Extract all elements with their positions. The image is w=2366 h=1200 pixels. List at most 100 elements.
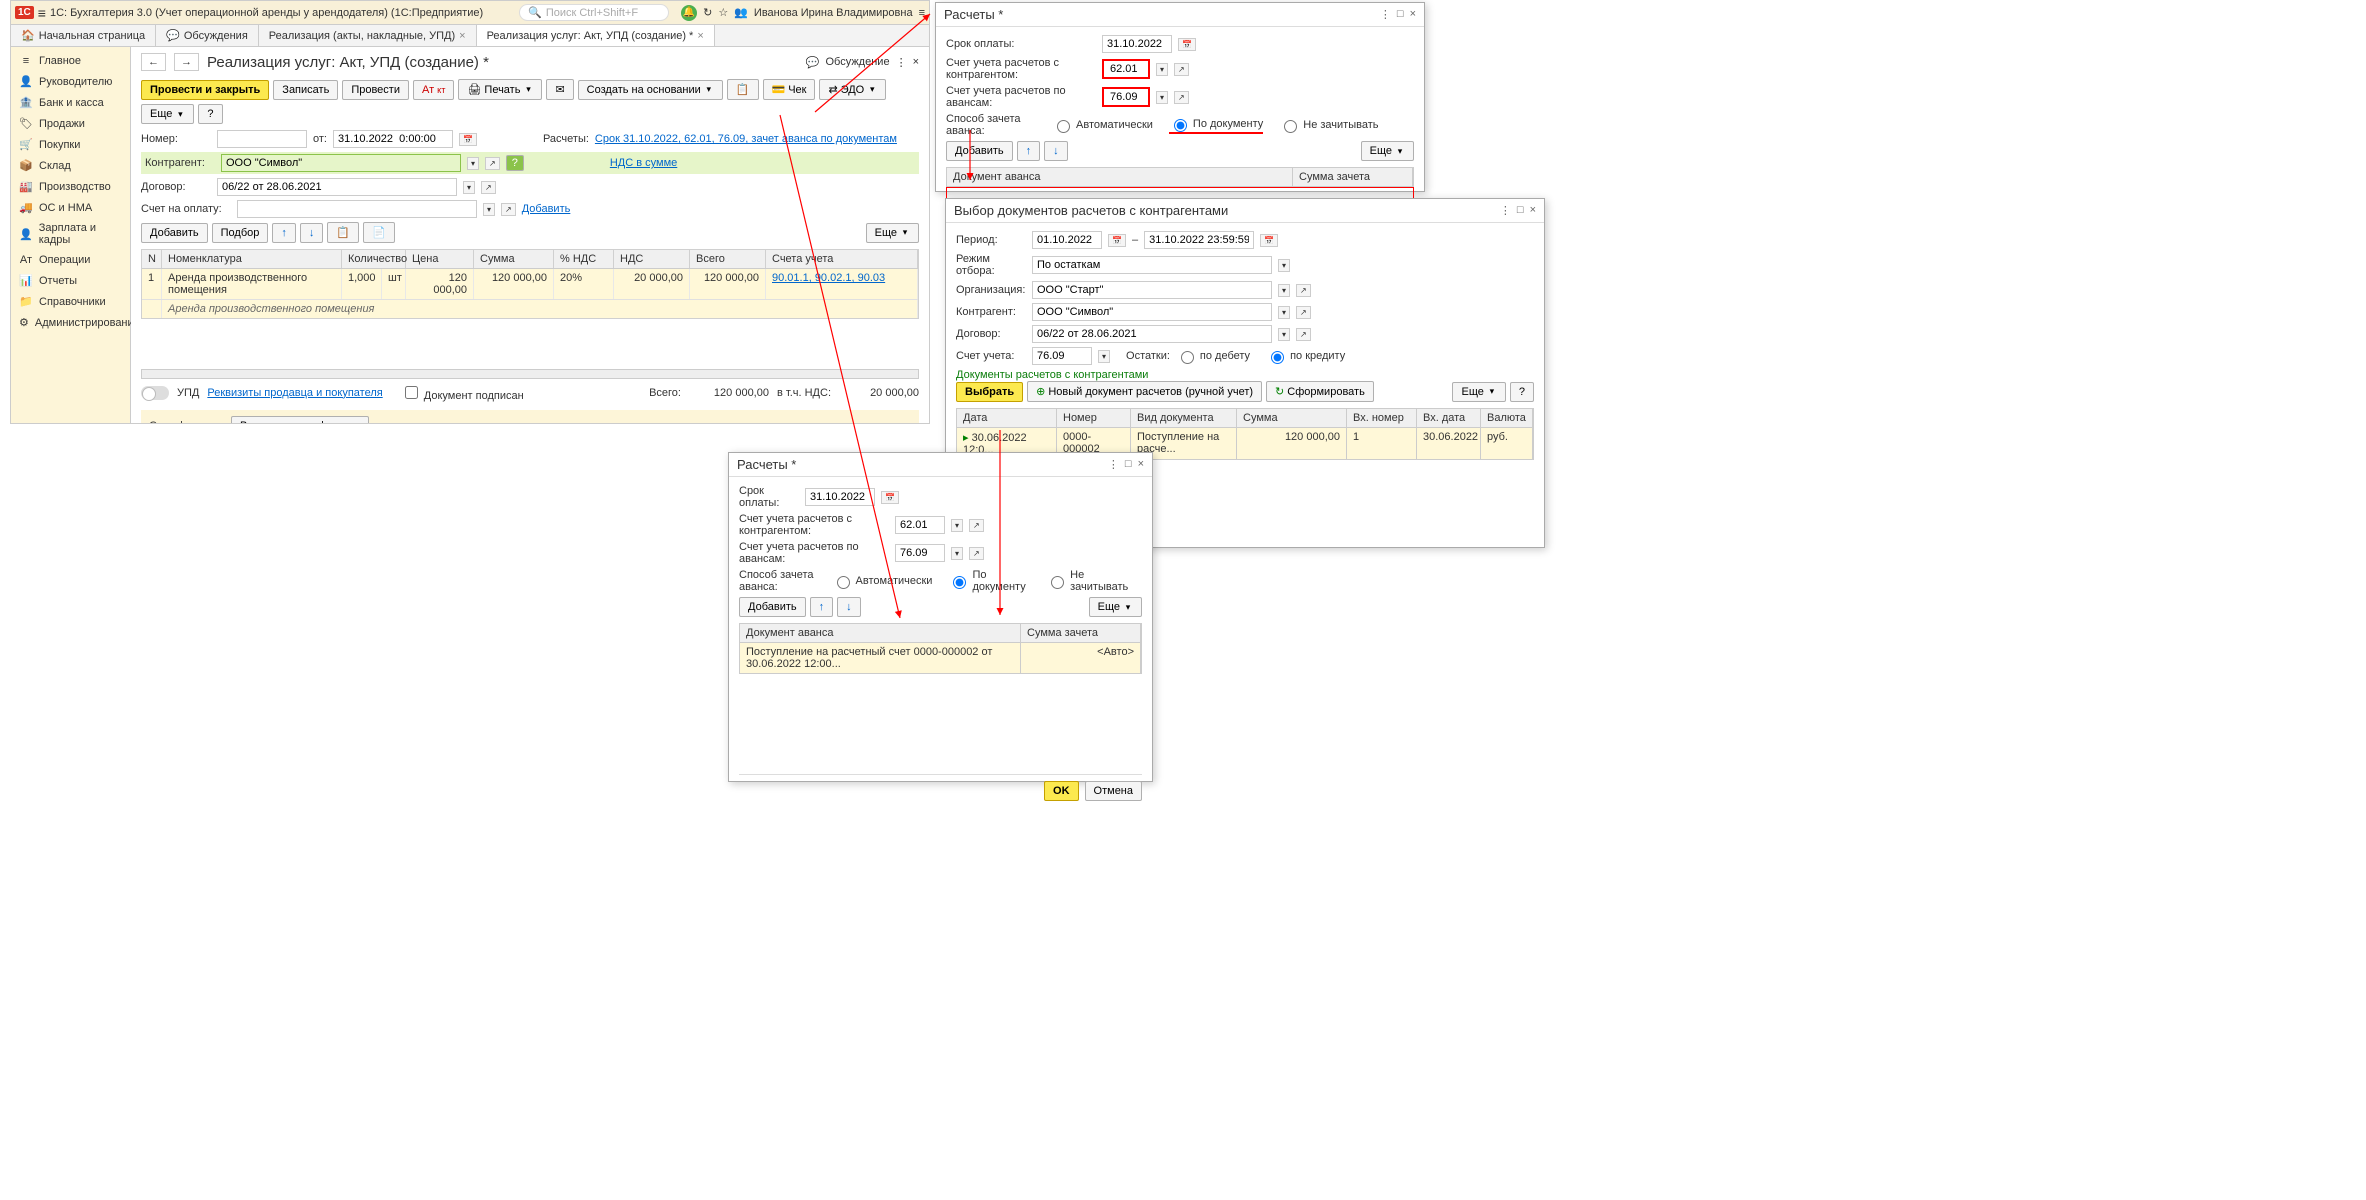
create-based-button[interactable]: Создать на основании▾ [578, 80, 723, 100]
history-icon[interactable]: ↻ [703, 6, 712, 19]
menu-icon[interactable]: ≡ [38, 5, 46, 21]
srok-input[interactable] [1102, 35, 1172, 53]
dropdown-icon[interactable]: ▾ [951, 519, 963, 532]
add-button[interactable]: Добавить [739, 597, 806, 617]
close-doc-icon[interactable]: × [913, 56, 919, 68]
users-icon[interactable]: 👥 [734, 6, 748, 19]
dropdown-icon[interactable]: ▾ [1156, 91, 1168, 104]
radio-po-doc[interactable] [953, 576, 966, 589]
close-icon[interactable]: × [1138, 458, 1144, 471]
close-icon[interactable]: × [459, 30, 465, 42]
print-button[interactable]: 🖨Печать▾ [458, 79, 542, 100]
ok-button[interactable]: OK [1044, 781, 1079, 801]
doc-button[interactable]: 📋 [727, 79, 759, 100]
sidebar-item-oper[interactable]: АтОперации [11, 250, 130, 270]
more-v-icon[interactable]: ⋮ [1380, 8, 1391, 21]
mail-button[interactable]: ✉ [546, 79, 573, 100]
schet-kontr-input[interactable] [895, 516, 945, 534]
calendar-icon[interactable]: 📅 [1178, 38, 1196, 51]
up-button[interactable]: ↑ [1017, 141, 1041, 161]
sidebar-item-zarp[interactable]: 👤Зарплата и кадры [11, 218, 130, 250]
more-button[interactable]: Еще▾ [1089, 597, 1142, 617]
bell-icon[interactable]: 🔔 [681, 5, 697, 21]
dropdown-icon[interactable]: ▾ [483, 203, 495, 216]
raschety-link[interactable]: Срок 31.10.2022, 62.01, 76.09, зачет ава… [595, 133, 897, 145]
maximize-icon[interactable]: □ [1397, 8, 1404, 21]
tab-home[interactable]: 🏠Начальная страница [11, 25, 156, 46]
schet-oplata-input[interactable] [237, 200, 477, 218]
paste-button[interactable]: 📄 [363, 222, 395, 243]
schet-kontr-input[interactable] [1106, 61, 1146, 77]
open-icon[interactable]: ↗ [969, 519, 984, 532]
schet-avans-input[interactable] [1106, 89, 1146, 105]
write-button[interactable]: Записать [273, 80, 338, 100]
fwd-arrow[interactable]: → [174, 53, 199, 71]
star-icon[interactable]: ☆ [718, 6, 728, 19]
tab-discuss[interactable]: 💬Обсуждения [156, 25, 259, 46]
sidebar-item-bank[interactable]: 🏦Банк и касса [11, 92, 130, 113]
dropdown-icon[interactable]: ▾ [467, 157, 479, 170]
open-icon[interactable]: ↗ [1174, 63, 1189, 76]
srok-input[interactable] [805, 488, 875, 506]
rezhim-input[interactable] [1032, 256, 1272, 274]
dropdown-icon[interactable]: ▾ [463, 181, 475, 194]
open-icon[interactable]: ↗ [1296, 328, 1311, 341]
more-icon[interactable]: ≡ [919, 7, 925, 19]
more-button[interactable]: Еще▾ [866, 223, 919, 243]
radio-auto[interactable] [837, 576, 850, 589]
rekv-link[interactable]: Реквизиты продавца и покупателя [207, 387, 382, 399]
dropdown-icon[interactable]: ▾ [1156, 63, 1168, 76]
open-icon[interactable]: ↗ [1296, 306, 1311, 319]
org-input[interactable] [1032, 281, 1272, 299]
sidebar-item-admin[interactable]: ⚙Администрирование [11, 312, 130, 333]
search-input[interactable]: 🔍 Поиск Ctrl+Shift+F [519, 4, 669, 21]
copy-button[interactable]: 📋 [327, 222, 359, 243]
help-button[interactable]: ? [1510, 382, 1534, 402]
dropdown-icon[interactable]: ▾ [1278, 306, 1290, 319]
kontragent-input[interactable] [221, 154, 461, 172]
user-name[interactable]: Иванова Ирина Владимировна [754, 7, 913, 19]
vybrat-button[interactable]: Выбрать [956, 382, 1023, 402]
dogovor-input[interactable] [1032, 325, 1272, 343]
radio-debet[interactable] [1181, 351, 1194, 364]
help-button[interactable]: ? [198, 104, 222, 124]
check-button[interactable]: 💳 Чек [763, 79, 816, 100]
info-button[interactable]: ? [506, 155, 524, 171]
open-icon[interactable]: ↗ [481, 181, 496, 194]
radio-ne-zach[interactable] [1051, 576, 1064, 589]
open-icon[interactable]: ↗ [501, 203, 516, 216]
dropdown-icon[interactable]: ▾ [951, 547, 963, 560]
novy-button[interactable]: ⊕ Новый документ расчетов (ручной учет) [1027, 381, 1262, 402]
upd-toggle[interactable] [141, 386, 169, 400]
nds-link[interactable]: НДС в сумме [610, 157, 677, 169]
dropdown-icon[interactable]: ▾ [1278, 328, 1290, 341]
cancel-button[interactable]: Отмена [1085, 781, 1142, 801]
discuss-icon[interactable]: 💬 [806, 56, 820, 69]
open-icon[interactable]: ↗ [1296, 284, 1311, 297]
radio-po-doc[interactable] [1174, 119, 1187, 132]
radio-auto[interactable] [1057, 120, 1070, 133]
back-arrow[interactable]: ← [141, 53, 166, 71]
dropdown-icon[interactable]: ▾ [1278, 259, 1290, 272]
podbor-button[interactable]: Подбор [212, 223, 269, 243]
date-input[interactable] [333, 130, 453, 148]
maximize-icon[interactable]: □ [1517, 204, 1524, 217]
grid-row[interactable]: 1 Аренда производственного помещения 1,0… [142, 269, 918, 300]
open-icon[interactable]: ↗ [485, 157, 500, 170]
open-icon[interactable]: ↗ [969, 547, 984, 560]
avans-row[interactable]: Поступление на расчетный счет 0000-00000… [739, 643, 1142, 674]
close-icon[interactable]: × [1410, 8, 1416, 21]
sform-button[interactable]: ↻ Сформировать [1266, 381, 1374, 402]
down-button[interactable]: ↓ [300, 223, 324, 243]
sidebar-item-sklad[interactable]: 📦Склад [11, 155, 130, 176]
sidebar-item-sales[interactable]: 🏷Продажи [11, 113, 130, 134]
schet-input[interactable] [1032, 347, 1092, 365]
calendar-icon[interactable]: 📅 [1108, 234, 1126, 247]
more-v-icon[interactable]: ⋮ [896, 56, 907, 69]
calendar-icon[interactable]: 📅 [1260, 234, 1278, 247]
up-button[interactable]: ↑ [810, 597, 834, 617]
radio-ne-zach[interactable] [1284, 120, 1297, 133]
edo-button[interactable]: ⇄ ЭДО▾ [819, 79, 886, 100]
dropdown-icon[interactable]: ▾ [1098, 350, 1110, 363]
more-button[interactable]: Еще▾ [141, 104, 194, 124]
